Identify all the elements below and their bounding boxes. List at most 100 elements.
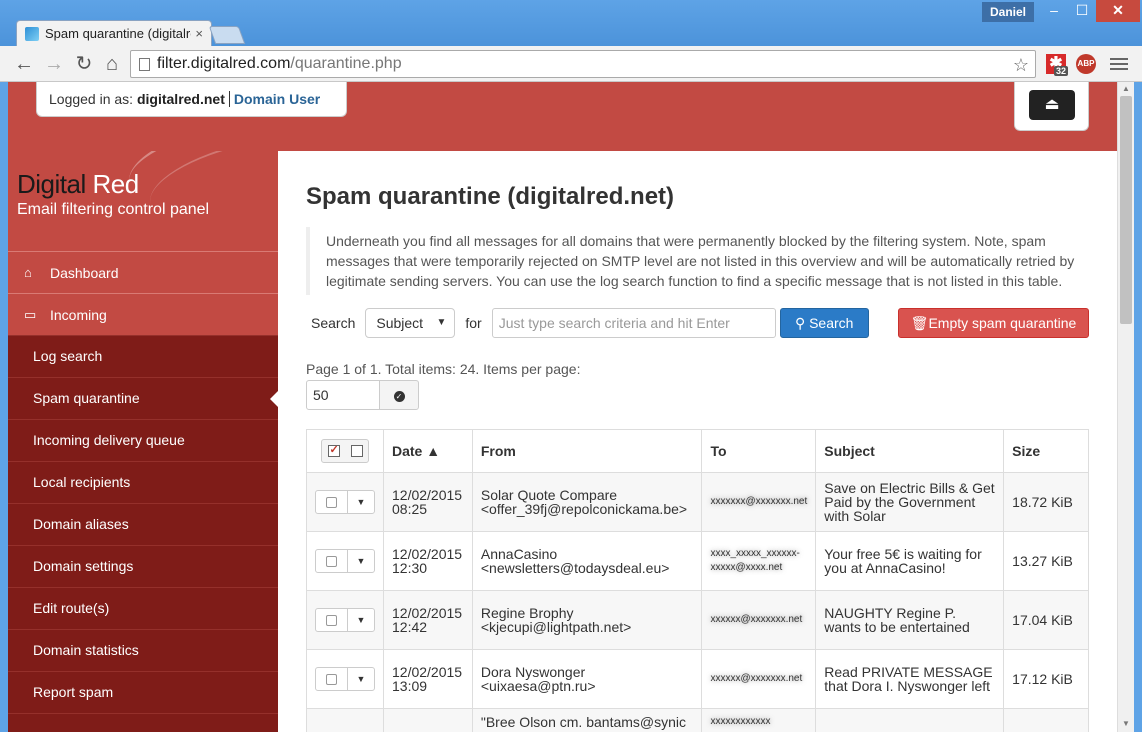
subject-column-header[interactable]: Subject [815, 429, 1005, 473]
row-checkbox[interactable] [316, 668, 348, 690]
extension-icon[interactable]: ✱ 32 [1046, 54, 1069, 76]
back-arrow-icon[interactable]: ← [12, 52, 36, 76]
row-subject-link[interactable] [815, 708, 1005, 732]
home-icon[interactable]: ⌂ [100, 52, 124, 76]
maximize-button[interactable]: ☐ [1068, 0, 1096, 22]
profile-badge[interactable]: Daniel [982, 2, 1034, 22]
scroll-up-icon[interactable]: ▲ [1122, 84, 1130, 93]
row-time: 12:30 [392, 560, 428, 576]
adblock-icon[interactable]: ABP [1076, 54, 1096, 74]
user-role: Domain User [233, 91, 321, 107]
bookmark-star-icon[interactable]: ☆ [1013, 52, 1029, 78]
caret-down-icon[interactable]: ▼ [348, 550, 374, 572]
to-column-header[interactable]: To [701, 429, 817, 473]
row-select-control[interactable]: ▼ [315, 549, 375, 573]
row-select-control[interactable]: ▼ [315, 490, 375, 514]
favicon-icon [25, 26, 39, 41]
logged-in-label: Logged in as: [49, 91, 134, 107]
address-bar[interactable]: filter.digitalred.com/quarantine.php ☆ [130, 50, 1036, 78]
sidebar-item-label: Incoming [50, 306, 107, 323]
size-column-header[interactable]: Size [1003, 429, 1089, 473]
quarantine-table: Date ▲ From To Subject Size ▼ 12/02/2015… [306, 429, 1089, 732]
table-row: "Bree Olson cm. bantams@synic xxxxxxxxxx… [306, 708, 1089, 732]
tab-title: Spam quarantine (digitalre [45, 26, 192, 41]
search-field-select[interactable]: Subject ▼ [365, 308, 456, 338]
sidebar-item-dashboard[interactable]: ⌂ Dashboard [8, 251, 278, 293]
select-all-icon[interactable] [322, 440, 345, 462]
row-checkbox[interactable] [316, 550, 348, 572]
date-column-header[interactable]: Date ▲ [383, 429, 473, 473]
empty-quarantine-button[interactable]: 🗑Empty spam quarantine [898, 308, 1089, 338]
sidebar-item-domain-statistics[interactable]: Domain statistics [8, 629, 278, 671]
row-from: Dora Nyswonger <uixaesa@ptn.ru> [471, 649, 703, 709]
select-none-icon[interactable] [345, 440, 368, 462]
browser-tab[interactable]: Spam quarantine (digitalre × [16, 20, 212, 46]
row-subject-link[interactable]: Your free 5€ is waiting for you at AnnaC… [815, 531, 1005, 591]
caret-down-icon[interactable]: ▼ [348, 609, 374, 631]
sidebar-item-report-spam[interactable]: Report spam [8, 671, 278, 713]
tab-close-icon[interactable]: × [195, 26, 203, 41]
from-column-header[interactable]: From [471, 429, 703, 473]
forward-arrow-icon[interactable]: → [42, 52, 66, 76]
row-from: AnnaCasino <newsletters@todaysdeal.eu> [471, 531, 703, 591]
new-tab-button[interactable] [208, 26, 246, 44]
sidebar-item-log-search[interactable]: Log search [8, 335, 278, 377]
row-to: xxxxxx@xxxxxxx.net [701, 590, 817, 650]
page-scrollbar[interactable]: ▲ ▼ [1117, 82, 1134, 732]
row-to: xxxxxxx@xxxxxxx.net [701, 472, 817, 532]
row-subject-link[interactable]: NAUGHTY Regine P. wants to be entertaine… [815, 590, 1005, 650]
extension-badge: 32 [1054, 66, 1069, 76]
row-to: xxxxxxxxxxxx [701, 708, 817, 732]
apply-per-page-button[interactable]: ✓ [379, 380, 419, 410]
page-icon [139, 58, 150, 71]
page-title: Spam quarantine (digitalred.net) [306, 183, 675, 210]
select-all-controls [321, 439, 369, 463]
check-circle-icon: ✓ [393, 390, 405, 402]
search-button[interactable]: ⚲ Search [779, 308, 869, 338]
search-label: Search [311, 315, 356, 331]
row-size [1003, 708, 1089, 732]
close-window-button[interactable]: ✕ [1096, 0, 1140, 22]
search-field-value: Subject [376, 315, 424, 331]
caret-down-icon: ▼ [436, 317, 447, 328]
search-icon: ⚲ [794, 315, 806, 331]
trash-icon: 🗑 [910, 315, 929, 331]
scrollbar-thumb[interactable] [1120, 96, 1132, 324]
caret-down-icon[interactable]: ▼ [348, 668, 374, 690]
row-from: Solar Quote Compare <offer_39fj@repolcon… [471, 472, 703, 532]
sidebar-item-edit-routes[interactable]: Edit route(s) [8, 587, 278, 629]
pagination-info: Page 1 of 1. Total items: 24. Items per … [306, 361, 581, 377]
table-row: ▼ 12/02/2015 08:25 Solar Quote Compare <o… [306, 472, 1089, 532]
sidebar-item-label: Dashboard [50, 264, 119, 281]
row-select-control[interactable]: ▼ [315, 667, 375, 691]
info-note: Underneath you find all messages for all… [306, 227, 1090, 295]
window-border-right [1134, 82, 1142, 732]
scroll-down-icon[interactable]: ▼ [1122, 719, 1130, 728]
for-label: for [465, 315, 482, 331]
sidebar-item-local-recipients[interactable]: Local recipients [8, 461, 278, 503]
row-time: 08:25 [392, 501, 428, 517]
sidebar-item-spam-quarantine[interactable]: Spam quarantine [8, 377, 278, 419]
row-checkbox[interactable] [316, 491, 348, 513]
row-checkbox[interactable] [316, 609, 348, 631]
search-input[interactable] [491, 308, 776, 338]
caret-down-icon[interactable]: ▼ [348, 491, 374, 513]
sidebar-item-incoming-delivery-queue[interactable]: Incoming delivery queue [8, 419, 278, 461]
row-subject-link[interactable]: Save on Electric Bills & Get Paid by the… [815, 472, 1005, 532]
row-from: "Bree Olson cm. bantams@synic [471, 708, 703, 732]
row-subject-link[interactable]: Read PRIVATE MESSAGE that Dora I. Nyswon… [815, 649, 1005, 709]
reload-icon[interactable]: ↻ [72, 52, 96, 76]
menu-icon[interactable] [1110, 55, 1128, 71]
sidebar-item-more[interactable] [8, 713, 278, 732]
items-per-page-input[interactable]: 50 [306, 380, 380, 410]
main-content: Spam quarantine (digitalred.net) Underne… [278, 151, 1117, 732]
logout-button[interactable]: ⏏ [1029, 90, 1075, 120]
sidebar-item-domain-settings[interactable]: Domain settings [8, 545, 278, 587]
sidebar-item-incoming[interactable]: ▭ Incoming [8, 293, 278, 335]
minimize-button[interactable]: – [1040, 0, 1068, 22]
brand-logo: Digital Red Email filtering control pane… [8, 151, 278, 251]
home-icon: ⌂ [24, 265, 32, 280]
sidebar-item-domain-aliases[interactable]: Domain aliases [8, 503, 278, 545]
table-header-row: Date ▲ From To Subject Size [306, 429, 1089, 473]
row-select-control[interactable]: ▼ [315, 608, 375, 632]
